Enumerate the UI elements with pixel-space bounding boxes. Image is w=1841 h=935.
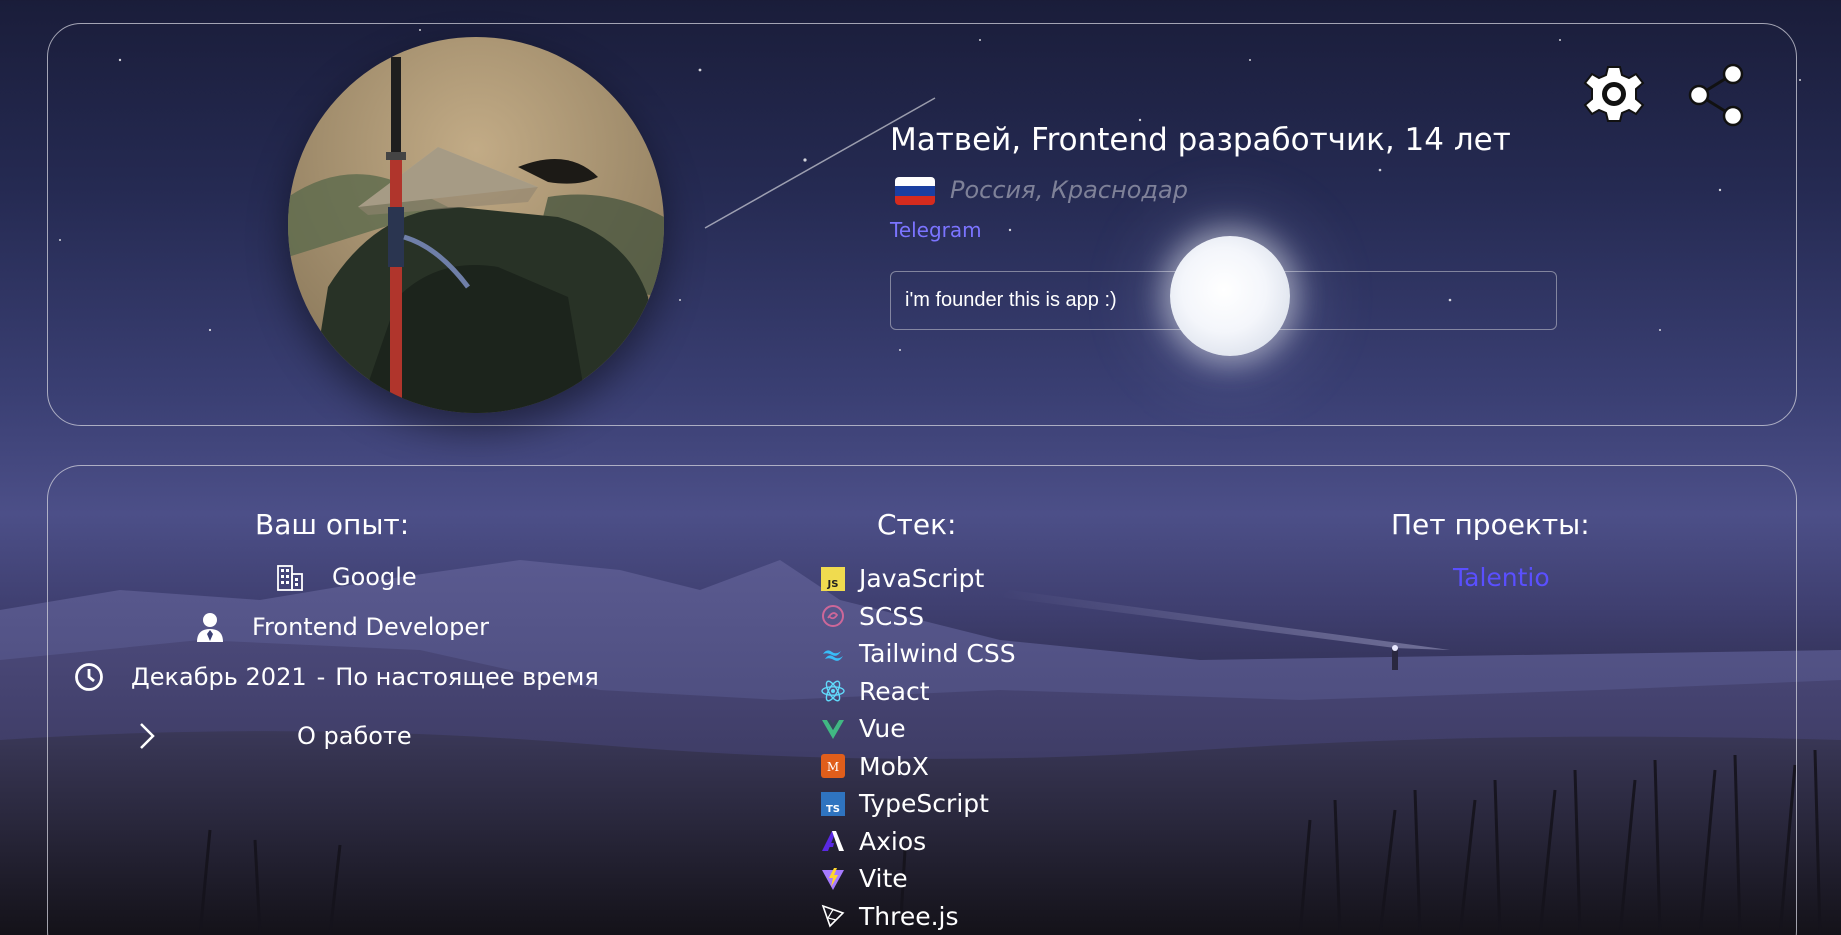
tailwind-icon: [821, 642, 845, 666]
gear-icon: [1583, 66, 1645, 122]
profile-name: Матвей, Frontend разработчик, 14 лет: [890, 122, 1511, 158]
list-item: JS JavaScript: [821, 560, 1016, 598]
list-item: TS TypeScript: [821, 785, 1016, 823]
share-button[interactable]: [1685, 62, 1747, 128]
svg-text:TS: TS: [826, 804, 840, 815]
clock-icon: [75, 663, 103, 691]
share-icon: [1688, 63, 1744, 127]
stack-label: TypeScript: [859, 789, 989, 819]
react-icon: [821, 679, 845, 703]
stack-label: Axios: [859, 826, 927, 856]
period-separator: -: [316, 663, 326, 691]
list-item: Axios: [821, 823, 1016, 861]
vite-icon: [821, 867, 845, 891]
list-item: Three.js: [821, 898, 1016, 935]
stack-label: Vue: [859, 714, 906, 744]
experience-position-row: Frontend Developer: [196, 612, 489, 642]
profile-location: Россия, Краснодар: [950, 176, 1188, 204]
building-icon: [277, 565, 303, 591]
svg-text:JS: JS: [827, 579, 839, 590]
experience-title: Ваш опыт:: [255, 508, 410, 541]
company-name: Google: [332, 563, 417, 591]
list-item: Vue: [821, 710, 1016, 748]
about-work-toggle[interactable]: О работе: [137, 721, 412, 751]
stack-title: Стек:: [877, 508, 957, 541]
stack-label: Vite: [859, 864, 908, 894]
chevron-right-icon: [140, 723, 155, 749]
stack-list: JS JavaScript SCSS Tailwind CSS React Vu…: [821, 560, 1016, 935]
position-title: Frontend Developer: [252, 613, 489, 641]
moon: [1170, 236, 1290, 356]
user-icon: [197, 613, 223, 642]
javascript-icon: JS: [821, 566, 845, 591]
stack-label: MobX: [859, 751, 929, 781]
axios-icon: [821, 829, 845, 853]
stack-label: SCSS: [859, 601, 925, 631]
avatar: [288, 37, 664, 413]
list-item: Vite: [821, 860, 1016, 898]
period-end: По настоящее время: [335, 663, 599, 691]
telegram-link[interactable]: Telegram: [890, 218, 982, 242]
list-item: React: [821, 673, 1016, 711]
vue-icon: [821, 717, 845, 741]
mobx-icon: M: [821, 754, 845, 779]
pet-projects-title: Пет проекты:: [1391, 508, 1590, 541]
about-work-label: О работе: [297, 722, 412, 750]
experience-period-row: Декабрь 2021 - По настоящее время: [74, 662, 599, 692]
settings-button[interactable]: [1583, 63, 1645, 125]
project-link-talentio[interactable]: Talentio: [1453, 563, 1550, 592]
stack-label: Three.js: [859, 901, 959, 931]
typescript-icon: TS: [821, 791, 845, 816]
experience-company-row: Google: [275, 562, 417, 592]
sass-icon: [821, 604, 845, 628]
period-start: Декабрь 2021: [131, 663, 307, 691]
russia-flag-icon: [895, 177, 935, 205]
stack-label: JavaScript: [859, 564, 985, 594]
list-item: SCSS: [821, 598, 1016, 636]
stack-label: Tailwind CSS: [859, 639, 1016, 669]
threejs-icon: [821, 904, 845, 928]
stack-label: React: [859, 676, 930, 706]
list-item: Tailwind CSS: [821, 635, 1016, 673]
list-item: M MobX: [821, 748, 1016, 786]
svg-text:M: M: [827, 760, 839, 774]
